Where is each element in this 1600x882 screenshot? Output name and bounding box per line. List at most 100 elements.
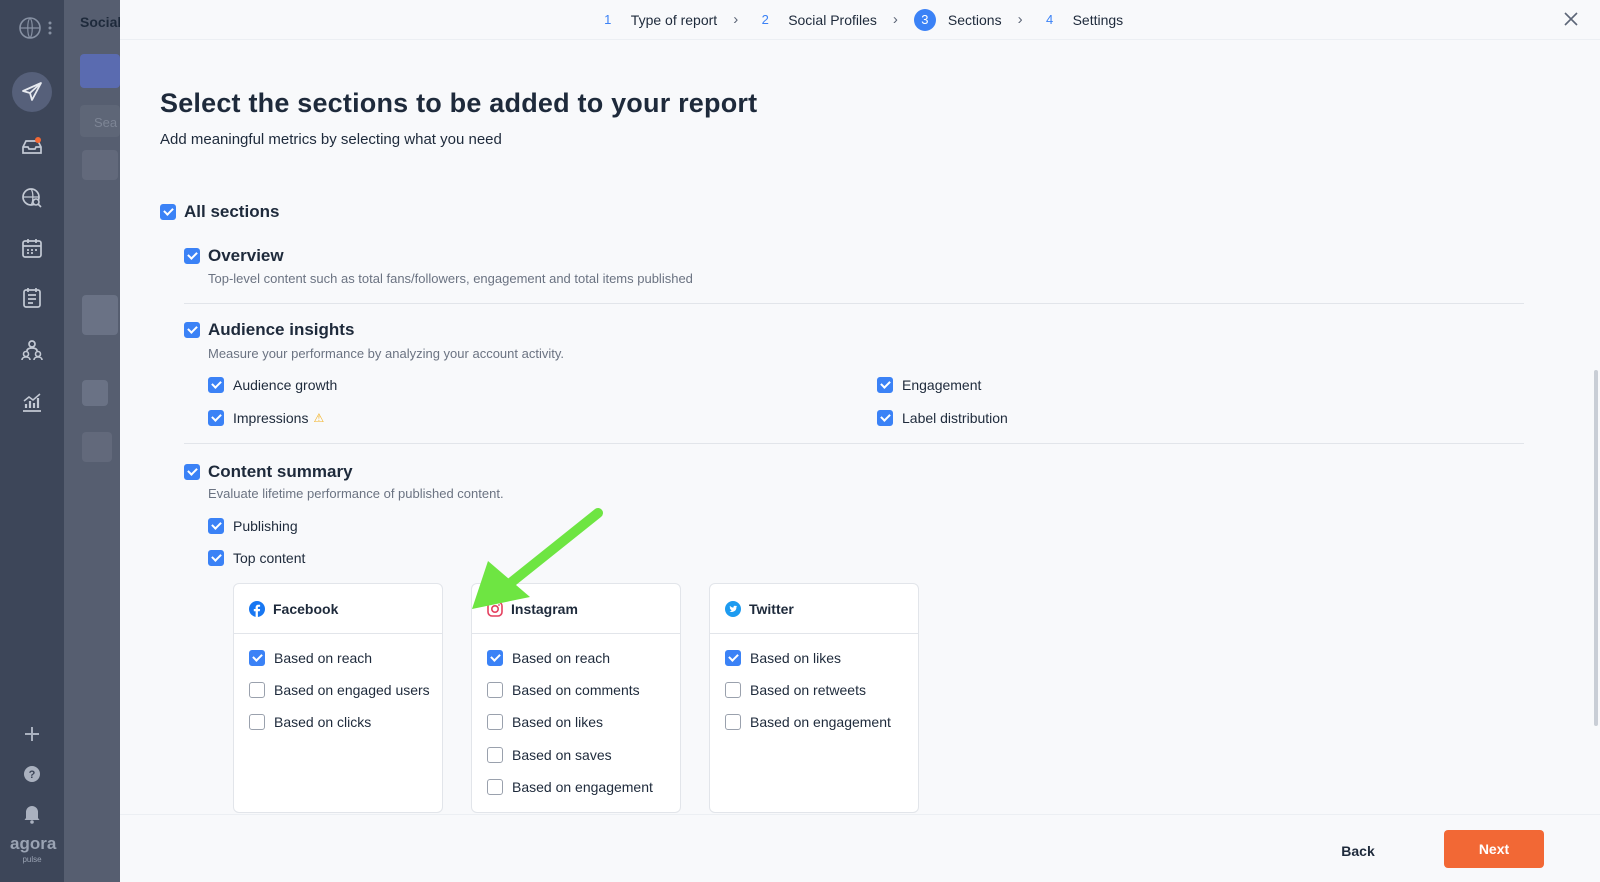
calendar-icon[interactable] xyxy=(16,232,48,264)
checkbox-label: Label distribution xyxy=(902,410,1008,426)
warning-icon[interactable]: ⚠ xyxy=(313,411,324,425)
tw-based-on-likes[interactable]: Based on likes xyxy=(725,650,841,666)
checkbox-label: Based on clicks xyxy=(274,714,372,730)
all-sections-checkbox[interactable]: All sections xyxy=(160,202,279,222)
team-icon[interactable] xyxy=(16,334,48,366)
label-distribution-checkbox[interactable]: Label distribution xyxy=(877,410,1008,426)
ig-based-on-saves[interactable]: Based on saves xyxy=(487,747,612,763)
checkbox-checked[interactable] xyxy=(184,248,200,264)
checkbox-checked[interactable] xyxy=(487,650,503,666)
checkbox-unchecked[interactable] xyxy=(487,747,503,763)
notes-icon[interactable] xyxy=(16,282,48,314)
checkbox-label: Overview xyxy=(208,246,284,265)
fb-based-on-engaged-users[interactable]: Based on engaged users xyxy=(249,682,430,698)
scrollbar[interactable] xyxy=(1594,370,1598,726)
checkbox-label: Publishing xyxy=(233,518,298,534)
step-settings[interactable]: 4 Settings xyxy=(1039,9,1124,31)
audience-insights-checkbox[interactable]: Audience insights xyxy=(184,320,354,340)
divider xyxy=(184,443,1524,444)
checkbox-unchecked[interactable] xyxy=(487,779,503,795)
reports-icon[interactable] xyxy=(16,386,48,418)
add-icon[interactable] xyxy=(16,718,48,750)
backdrop-row xyxy=(82,295,118,335)
send-icon[interactable] xyxy=(16,76,48,108)
checkbox-unchecked[interactable] xyxy=(725,682,741,698)
inbox-icon[interactable] xyxy=(16,130,48,162)
annotation-arrow-icon xyxy=(472,508,603,609)
facebook-icon xyxy=(249,600,265,617)
checkbox-unchecked[interactable] xyxy=(487,682,503,698)
checkbox-label: Based on engagement xyxy=(512,779,653,795)
checkbox-label: Engagement xyxy=(902,377,982,393)
checkbox-label: Based on comments xyxy=(512,682,640,698)
instagram-card: Instagram Based on reach Based on commen… xyxy=(471,583,681,813)
ig-based-on-reach[interactable]: Based on reach xyxy=(487,650,610,666)
bell-icon[interactable] xyxy=(16,797,48,829)
twitter-card: Twitter Based on likes Based on retweets… xyxy=(709,583,919,813)
checkbox-unchecked[interactable] xyxy=(249,714,265,730)
fb-based-on-clicks[interactable]: Based on clicks xyxy=(249,714,371,730)
audience-growth-checkbox[interactable]: Audience growth xyxy=(208,377,337,393)
checkbox-unchecked[interactable] xyxy=(249,682,265,698)
backdrop-row xyxy=(82,432,112,462)
checkbox-label: Audience insights xyxy=(208,320,355,339)
checkbox-label: Based on retweets xyxy=(750,682,866,698)
checkbox-checked[interactable] xyxy=(877,410,893,426)
tw-based-on-retweets[interactable]: Based on retweets xyxy=(725,682,866,698)
back-button[interactable]: Back xyxy=(1320,833,1396,869)
step-label: Type of report xyxy=(630,11,718,28)
card-title: Facebook xyxy=(273,600,339,617)
checkbox-label: Based on engagement xyxy=(750,714,891,730)
checkbox-checked[interactable] xyxy=(249,650,265,666)
checkbox-checked[interactable] xyxy=(725,650,741,666)
impressions-checkbox[interactable]: Impressions ⚠ xyxy=(208,410,324,426)
checkbox-checked[interactable] xyxy=(877,377,893,393)
checkbox-checked[interactable] xyxy=(208,377,224,393)
step-label: Sections xyxy=(947,11,1002,28)
ig-based-on-likes[interactable]: Based on likes xyxy=(487,714,603,730)
checkbox-checked[interactable] xyxy=(208,518,224,534)
checkbox-checked[interactable] xyxy=(184,322,200,338)
card-title: Twitter xyxy=(749,600,794,617)
ig-based-on-comments[interactable]: Based on comments xyxy=(487,682,640,698)
top-content-checkbox[interactable]: Top content xyxy=(208,550,305,566)
divider xyxy=(184,303,1524,304)
overview-checkbox[interactable]: Overview xyxy=(184,246,284,266)
checkbox-label: All sections xyxy=(184,202,280,221)
checkbox-checked[interactable] xyxy=(184,464,200,480)
more-icon[interactable] xyxy=(44,12,56,44)
ig-based-on-engagement[interactable]: Based on engagement xyxy=(487,779,653,795)
svg-text:?: ? xyxy=(29,769,36,781)
checkbox-checked[interactable] xyxy=(208,550,224,566)
step-social-profiles[interactable]: 2 Social Profiles xyxy=(754,9,877,31)
close-icon[interactable] xyxy=(1560,8,1582,30)
checkbox-label: Impressions xyxy=(233,410,309,426)
publishing-checkbox[interactable]: Publishing xyxy=(208,518,298,534)
checkbox-checked[interactable] xyxy=(160,204,176,220)
next-button[interactable]: Next xyxy=(1444,830,1544,868)
globe-logo-icon[interactable] xyxy=(14,12,46,44)
agorapulse-logo: agora pulse xyxy=(10,835,56,868)
modal-footer: Back Next xyxy=(120,814,1600,882)
checkbox-unchecked[interactable] xyxy=(725,714,741,730)
checkbox-label: Content summary xyxy=(208,462,353,481)
checkbox-label: Based on reach xyxy=(274,650,373,666)
content-summary-checkbox[interactable]: Content summary xyxy=(184,462,353,482)
checkbox-label: Based on saves xyxy=(512,747,612,763)
checkbox-unchecked[interactable] xyxy=(487,714,503,730)
facebook-card: Facebook Based on reach Based on engaged… xyxy=(233,583,443,813)
help-icon[interactable]: ? xyxy=(16,758,48,790)
step-label: Settings xyxy=(1072,11,1124,28)
tw-based-on-engagement[interactable]: Based on engagement xyxy=(725,714,891,730)
backdrop-title: Social xyxy=(80,14,122,30)
listening-icon[interactable] xyxy=(16,182,48,214)
step-label: Social Profiles xyxy=(788,11,877,28)
fb-based-on-reach[interactable]: Based on reach xyxy=(249,650,372,666)
checkbox-checked[interactable] xyxy=(208,410,224,426)
step-type-of-report[interactable]: 1 Type of report xyxy=(597,9,717,31)
checkbox-label: Audience growth xyxy=(233,377,338,393)
step-sections[interactable]: 3 Sections xyxy=(913,8,1002,31)
checkbox-label: Based on likes xyxy=(750,650,842,666)
chevron-right-icon: › xyxy=(1017,11,1023,28)
engagement-checkbox[interactable]: Engagement xyxy=(877,377,981,393)
